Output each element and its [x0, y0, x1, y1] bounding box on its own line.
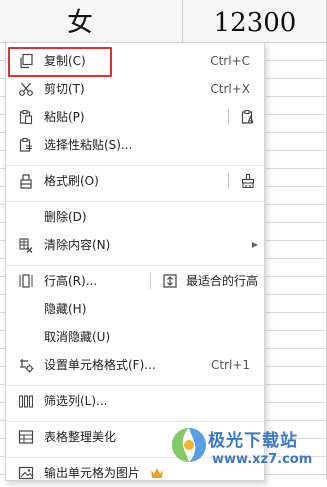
menu-item-format-painter[interactable]: 格式刷(O) [6, 167, 264, 195]
menu-separator [6, 385, 264, 386]
menu-item-label: 取消隐藏(U) [44, 330, 111, 344]
menu-item-label: 最适合的行高 [186, 274, 259, 288]
menu-item-label: 删除(D) [44, 210, 87, 224]
menu-item-label: 选择性粘贴(S)... [44, 138, 133, 152]
spreadsheet-row: 女 12300 [0, 0, 327, 43]
scissors-icon [18, 81, 34, 97]
watermark-url: www.xz7.com [212, 452, 313, 467]
brush-icon[interactable] [240, 173, 256, 189]
menu-item-label: 输出单元格为图片 [44, 466, 141, 480]
submenu-arrow-icon: ▶ [251, 240, 258, 249]
divider [228, 109, 229, 125]
menu-item-label: 粘贴(P) [44, 110, 85, 124]
cell-format-icon [18, 357, 34, 373]
menu-item-filter-columns[interactable]: 筛选列(L)... [6, 387, 264, 415]
menu-separator [6, 165, 264, 166]
autofit-row-height-icon [162, 273, 178, 289]
filter-columns-icon [18, 393, 34, 409]
watermark-title: 极光下载站 [208, 431, 298, 451]
paste-special-icon [18, 137, 34, 153]
cell-gender[interactable]: 女 [0, 0, 160, 42]
shortcut-label: Ctrl+1 [210, 358, 250, 372]
shortcut-label: Ctrl+X [210, 82, 250, 96]
menu-item-label: 格式刷(O) [44, 174, 99, 188]
menu-item-label: 表格整理美化 [44, 430, 117, 444]
shortcut-label: Ctrl+C [210, 54, 250, 68]
menu-item-label: 设置单元格格式(F)... [44, 358, 156, 372]
paste-icon [18, 109, 34, 125]
eraser-icon [18, 237, 34, 253]
format-painter-icon [18, 173, 34, 189]
highlight-box [8, 47, 112, 77]
divider [228, 173, 229, 189]
watermark: 极光下载站 www.xz7.com [160, 418, 327, 479]
menu-item-label: 隐藏(H) [44, 302, 87, 316]
menu-item-cut[interactable]: 剪切(T) Ctrl+X [6, 75, 264, 103]
divider [150, 273, 151, 289]
menu-item-label: 剪切(T) [44, 82, 85, 96]
menu-item-label: 行高(R)... [44, 274, 98, 288]
menu-item-autofit-row-height[interactable]: 最适合的行高 [156, 267, 264, 295]
menu-item-clear-contents[interactable]: 清除内容(N) ▶ [6, 231, 264, 259]
menu-item-paste[interactable]: 粘贴(P) [6, 103, 264, 131]
menu-item-format-cells[interactable]: 设置单元格格式(F)... Ctrl+1 [6, 351, 264, 379]
paste-text-only-icon[interactable] [240, 109, 256, 125]
menu-item-label: 筛选列(L)... [44, 394, 108, 408]
menu-separator [6, 265, 264, 266]
menu-item-paste-special[interactable]: 选择性粘贴(S)... [6, 131, 264, 159]
menu-item-unhide[interactable]: 取消隐藏(U) [6, 323, 264, 351]
menu-separator [6, 201, 264, 202]
menu-item-label: 清除内容(N) [44, 238, 111, 252]
row-height-icon [18, 273, 34, 289]
watermark-logo-icon [172, 428, 206, 462]
table-beautify-icon [18, 429, 34, 445]
menu-item-hide[interactable]: 隐藏(H) [6, 295, 264, 323]
menu-item-delete[interactable]: 删除(D) [6, 203, 264, 231]
context-menu: 复制(C) Ctrl+C 剪切(T) Ctrl+X 粘贴(P) 选择性粘贴(S)… [5, 42, 265, 481]
cell-amount[interactable]: 12300 [183, 0, 327, 42]
